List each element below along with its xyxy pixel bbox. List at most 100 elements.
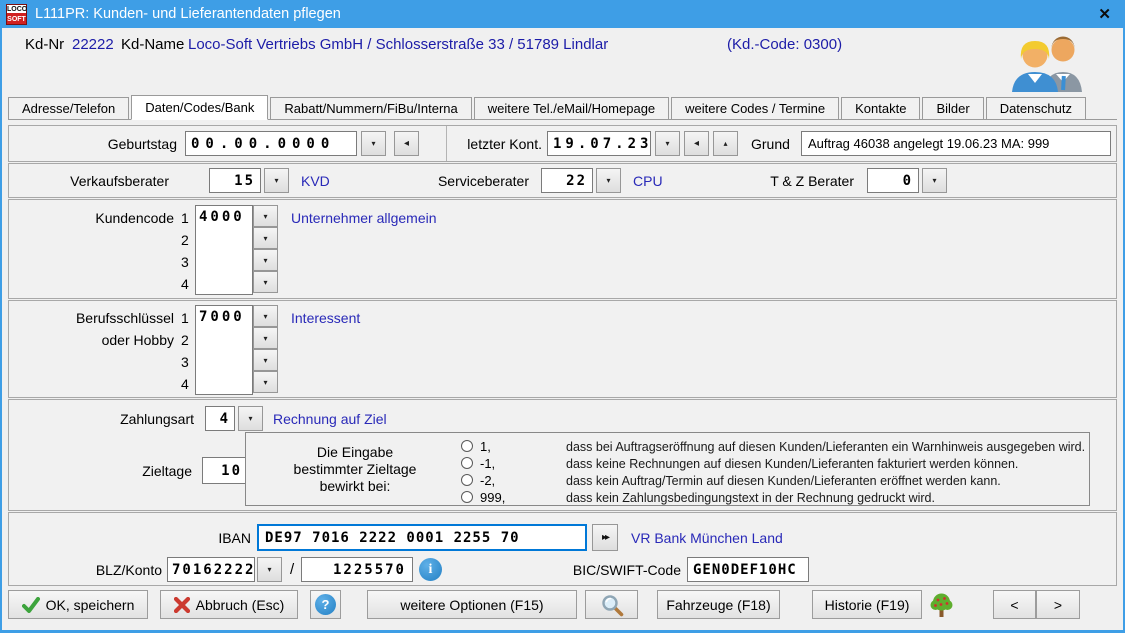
kundencode-desc-1: Unternehmer allgemein [291, 210, 437, 226]
kundencode-row-num: 3 [181, 254, 189, 270]
kundencode-input-2[interactable] [196, 228, 252, 250]
iban-expand-icon[interactable]: ▸▸ [592, 524, 618, 551]
konto-info-icon[interactable]: i [419, 558, 442, 581]
tab-weitere-codes-termine[interactable]: weitere Codes / Termine [671, 97, 839, 119]
geburtstag-dropdown-icon[interactable]: ▾ [361, 131, 386, 156]
ok-speichern-button[interactable]: OK, speichern [8, 590, 148, 619]
zieltage-caption: Die Eingabe bestimmter Zieltage bewirkt … [256, 444, 454, 495]
beruf-dropdown-icon-4[interactable]: ▾ [253, 371, 278, 393]
beruf-input-2[interactable] [196, 328, 252, 350]
verkaufsberater-dropdown-icon[interactable]: ▾ [264, 168, 289, 193]
kundencode-input-4[interactable] [196, 272, 252, 294]
help-icon: ? [315, 594, 336, 615]
kontakt-up-icon[interactable]: ▴ [713, 131, 738, 156]
kundencode-input-3[interactable] [196, 250, 252, 272]
beruf-row-num: 1 [181, 310, 189, 326]
letzter-kontakt-input[interactable]: 19.07.23 [547, 131, 651, 156]
beruf-dropdown-icon-1[interactable]: ▾ [253, 305, 278, 327]
beruf-dropdown-icon-2[interactable]: ▾ [253, 327, 278, 349]
verkaufsberater-input[interactable]: 15 [209, 168, 261, 193]
next-record-button[interactable]: > [1036, 590, 1080, 619]
search-icon [600, 593, 624, 617]
radio-option-minus1[interactable] [461, 457, 473, 469]
tab-daten-codes-bank[interactable]: Daten/Codes/Bank [131, 95, 268, 120]
tab-bilder[interactable]: Bilder [922, 97, 983, 119]
weitere-optionen-button[interactable]: weitere Optionen (F15) [367, 590, 577, 619]
logo-text-top: LOCO [7, 5, 26, 15]
historie-label: Historie (F19) [825, 597, 910, 613]
group-bank: IBAN DE97 7016 2222 0001 2255 70 ▸▸ VR B… [8, 512, 1117, 586]
serviceberater-dropdown-icon[interactable]: ▾ [596, 168, 621, 193]
kontakt-dropdown-icon[interactable]: ▾ [655, 131, 680, 156]
kundencode-row-num: 4 [181, 276, 189, 292]
tz-berater-dropdown-icon[interactable]: ▾ [922, 168, 947, 193]
radio-option-999[interactable] [461, 491, 473, 503]
radio-option-minus2[interactable] [461, 474, 473, 486]
zieltage-input[interactable]: 10 [202, 457, 250, 484]
bank-name: VR Bank München Land [631, 530, 783, 546]
tab-adresse-telefon[interactable]: Adresse/Telefon [8, 97, 129, 119]
kontakt-back-icon[interactable]: ◂ [684, 131, 709, 156]
geburtstag-label: Geburtstag [49, 136, 177, 152]
tab-datenschutz[interactable]: Datenschutz [986, 97, 1086, 119]
zahlungsart-input[interactable]: 4 [205, 406, 235, 431]
close-icon[interactable]: ✕ [1094, 5, 1115, 23]
blz-dropdown-icon[interactable]: ▾ [257, 557, 282, 582]
beruf-input-4[interactable] [196, 372, 252, 394]
serviceberater-label: Serviceberater [389, 173, 529, 189]
bic-input[interactable]: GEN0DEF10HC [687, 557, 809, 582]
beruf-dropdown-icon-3[interactable]: ▾ [253, 349, 278, 371]
radio-value-999: 999, [480, 490, 505, 505]
grund-label: Grund [751, 136, 790, 152]
kdnr-value: 22222 [72, 36, 114, 53]
radio-desc-minus1: dass keine Rechnungen auf diesen Kunden/… [566, 457, 1018, 471]
weitere-optionen-label: weitere Optionen (F15) [400, 597, 543, 613]
prev-arrow-label: < [1010, 597, 1018, 613]
radio-option-1[interactable] [461, 440, 473, 452]
tz-berater-label: T & Z Berater [729, 173, 854, 189]
kundencode-input-1[interactable]: 4000 [196, 206, 252, 228]
kundencode-dropdown-icon-1[interactable]: ▾ [253, 205, 278, 227]
app-window: LOCO SOFT L111PR: Kunden- und Lieferante… [0, 0, 1125, 633]
group-berater: Verkaufsberater 15 ▾ KVD Serviceberater … [8, 163, 1117, 198]
tab-weitere-tel-email-homepage[interactable]: weitere Tel./eMail/Homepage [474, 97, 669, 119]
berufsschluessel-label: Berufsschlüssel [29, 310, 174, 326]
kundencode-dropdown-icon-3[interactable]: ▾ [253, 249, 278, 271]
zieltage-label: Zieltage [64, 463, 192, 479]
kdnr-label: Kd-Nr [25, 36, 64, 53]
radio-desc-minus2: dass kein Auftrag/Termin auf diesen Kund… [566, 474, 1001, 488]
tab-bar: Adresse/Telefon Daten/Codes/Bank Rabatt/… [8, 95, 1117, 120]
abbruch-button[interactable]: Abbruch (Esc) [160, 590, 298, 619]
beruf-input-3[interactable] [196, 350, 252, 372]
grund-input[interactable]: Auftrag 46038 angelegt 19.06.23 MA: 999 [801, 131, 1111, 156]
oder-hobby-label: oder Hobby [29, 332, 174, 348]
zahlungsart-dropdown-icon[interactable]: ▾ [238, 406, 263, 431]
window-title: L111PR: Kunden- und Lieferantendaten pfl… [35, 6, 1094, 22]
verkaufsberater-code: KVD [301, 173, 330, 189]
kundencode-row-num: 2 [181, 232, 189, 248]
beruf-row-num: 3 [181, 354, 189, 370]
geburtstag-back-icon[interactable]: ◂ [394, 131, 419, 156]
kundencode-dropdown-icon-4[interactable]: ▾ [253, 271, 278, 293]
tz-berater-input[interactable]: 0 [867, 168, 919, 193]
tab-kontakte[interactable]: Kontakte [841, 97, 920, 119]
kundencode-dropdown-icon-2[interactable]: ▾ [253, 227, 278, 249]
beruf-input-1[interactable]: 7000 [196, 306, 252, 328]
fahrzeuge-button[interactable]: Fahrzeuge (F18) [657, 590, 780, 619]
konto-input[interactable]: 1225570 [301, 557, 413, 582]
iban-input[interactable]: DE97 7016 2222 0001 2255 70 [257, 524, 587, 551]
tab-rabatt-nummern-fibu-interna[interactable]: Rabatt/Nummern/FiBu/Interna [270, 97, 471, 119]
search-button[interactable] [585, 590, 638, 619]
geburtstag-input[interactable]: 00.00.0000 [185, 131, 357, 156]
kdname-label: Kd-Name [121, 36, 184, 53]
radio-desc-999: dass kein Zahlungsbedingungstext in der … [566, 491, 935, 505]
radio-desc-1: dass bei Auftragseröffnung auf diesen Ku… [566, 440, 1085, 454]
prev-record-button[interactable]: < [993, 590, 1036, 619]
blz-input[interactable]: 70162222 [167, 557, 255, 582]
serviceberater-input[interactable]: 22 [541, 168, 593, 193]
beruf-input-column: 7000 [195, 305, 253, 395]
historie-button[interactable]: Historie (F19) [812, 590, 922, 619]
tree-icon[interactable] [928, 592, 955, 619]
radio-value-minus2: -2, [480, 473, 495, 488]
help-button[interactable]: ? [310, 590, 341, 619]
